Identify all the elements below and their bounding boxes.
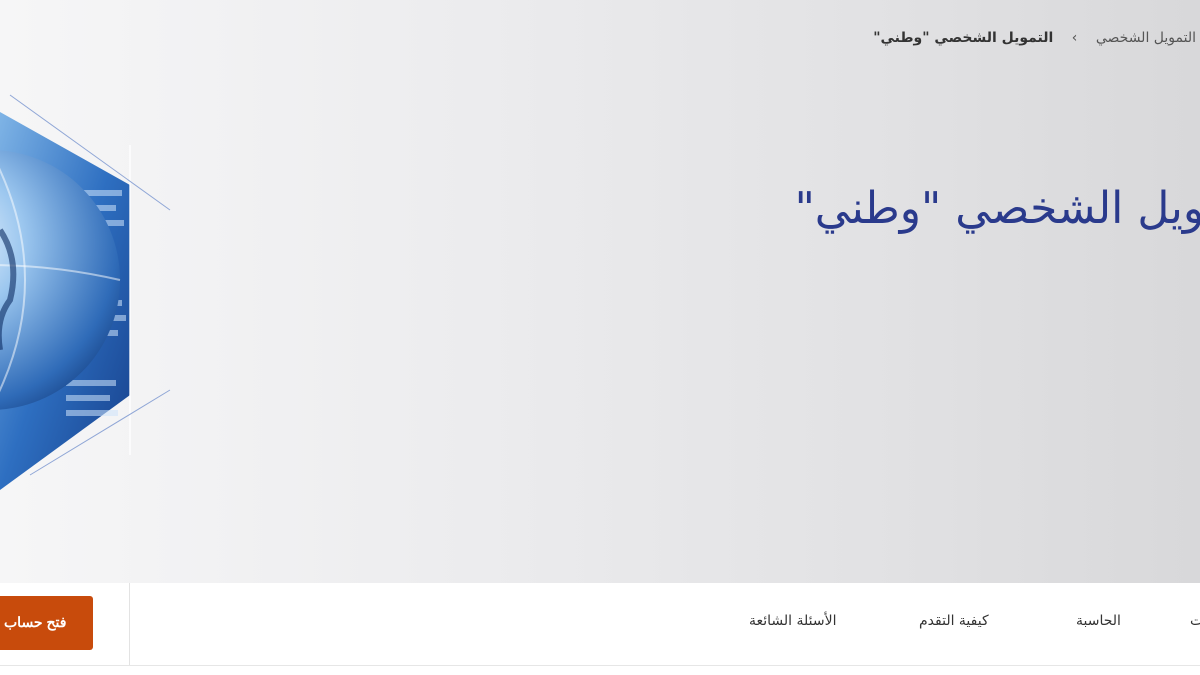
globe-finance-image: [0, 94, 171, 490]
tab-how-to-apply[interactable]: كيفية التقدم: [919, 613, 989, 629]
breadcrumb: التمويل الشخصي › التمويل الشخصي "وطني": [873, 30, 1196, 46]
section-tab-bar: فتح حساب الأسئلة الشائعة كيفية التقدم ال…: [0, 583, 1200, 666]
page-title: التمويل الشخصي "وطني": [794, 183, 1200, 234]
breadcrumb-link-personal-finance[interactable]: التمويل الشخصي: [1096, 30, 1196, 46]
tab-bar-divider: [129, 583, 130, 665]
tab-calculator[interactable]: الحاسبة: [1076, 613, 1121, 629]
hero-banner: التمويل الشخصي › التمويل الشخصي "وطني" ا…: [0, 0, 1200, 583]
tab-faq[interactable]: الأسئلة الشائعة: [749, 613, 837, 629]
breadcrumb-current: التمويل الشخصي "وطني": [873, 30, 1054, 46]
open-account-button[interactable]: فتح حساب: [0, 596, 93, 650]
tab-features[interactable]: المميزات: [1190, 613, 1200, 629]
open-account-label: فتح حساب: [4, 614, 67, 630]
breadcrumb-separator-icon: ›: [1071, 30, 1078, 46]
